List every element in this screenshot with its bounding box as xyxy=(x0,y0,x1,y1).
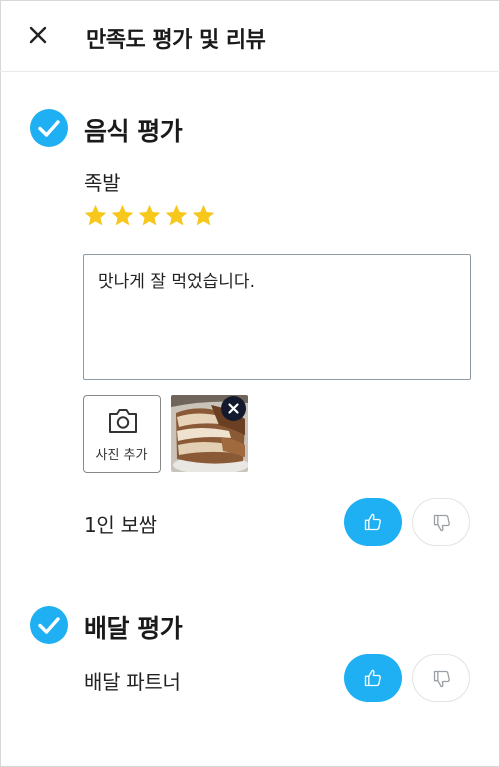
star-icon[interactable] xyxy=(164,203,189,228)
delivery-thumbs-down-button[interactable] xyxy=(412,654,470,702)
star-rating xyxy=(83,203,216,228)
screen-frame xyxy=(0,0,500,767)
thumbs-up-icon xyxy=(364,513,381,531)
page-title: 만족도 평가 및 리뷰 xyxy=(86,28,266,53)
food-section-title: 음식 평가 xyxy=(84,117,183,146)
delivery-thumbs-up-button[interactable] xyxy=(344,654,402,702)
header: 만족도 평가 및 리뷰 xyxy=(0,0,500,72)
food-option-label: 1인 보쌈 xyxy=(84,513,157,537)
remove-photo-icon[interactable] xyxy=(221,396,246,421)
food-thumbs-up-button[interactable] xyxy=(344,498,402,546)
delivery-section-title: 배달 평가 xyxy=(84,614,183,643)
star-icon[interactable] xyxy=(110,203,135,228)
add-photo-button[interactable]: 사진 추가 xyxy=(83,395,161,473)
delivery-section-check-icon[interactable] xyxy=(30,606,68,644)
star-icon[interactable] xyxy=(83,203,108,228)
thumbs-down-icon xyxy=(433,670,450,688)
review-text-field[interactable]: 맛나게 잘 먹었습니다. xyxy=(83,254,471,380)
food-item-name: 족발 xyxy=(84,171,121,195)
star-icon[interactable] xyxy=(137,203,162,228)
food-section-check-icon[interactable] xyxy=(30,109,68,147)
close-icon[interactable] xyxy=(22,19,54,51)
thumbs-up-icon xyxy=(364,669,381,687)
star-icon[interactable] xyxy=(191,203,216,228)
add-photo-label: 사진 추가 xyxy=(95,448,148,463)
thumbs-down-icon xyxy=(433,514,450,532)
delivery-option-label: 배달 파트너 xyxy=(84,670,181,694)
food-thumbs-down-button[interactable] xyxy=(412,498,470,546)
camera-icon xyxy=(107,407,139,435)
